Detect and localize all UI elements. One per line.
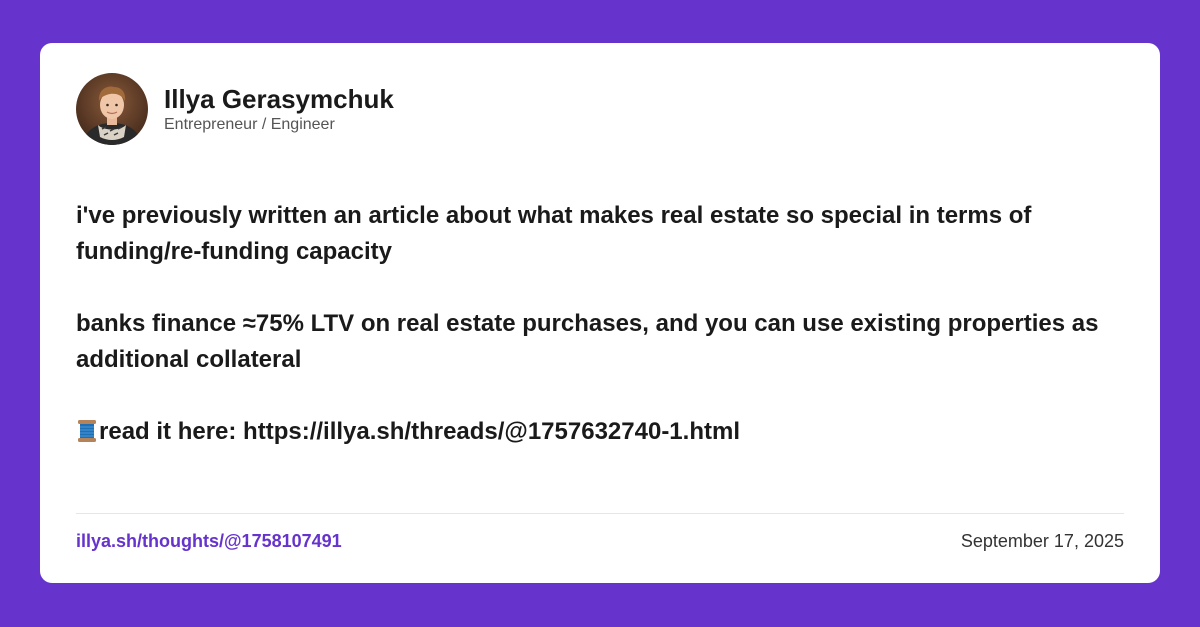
author-header: Illya Gerasymchuk Entrepreneur / Enginee… [76,73,394,145]
spool-of-thread-icon [76,418,98,454]
permalink[interactable]: illya.sh/thoughts/@1758107491 [76,530,342,552]
avatar[interactable] [76,73,148,145]
post-link-text[interactable]: read it here: https://illya.sh/threads/@… [99,418,740,445]
author-name[interactable]: Illya Gerasymchuk [164,83,394,115]
author-title: Entrepreneur / Engineer [164,116,335,133]
post-paragraph: banks finance ≈75% LTV on real estate pu… [76,310,1099,373]
post-card: Illya Gerasymchuk Entrepreneur / Enginee… [40,43,1160,583]
post-body: i've previously written an article about… [76,198,1126,454]
footer-divider [76,513,1124,514]
post-paragraph-link[interactable]: read it here: https://illya.sh/threads/@… [76,414,1126,454]
author-info: Illya Gerasymchuk Entrepreneur / Enginee… [164,83,394,135]
post-paragraph: i've previously written an article about… [76,202,1032,265]
avatar-photo-icon [76,73,148,145]
post-date: September 17, 2025 [960,531,1124,551]
